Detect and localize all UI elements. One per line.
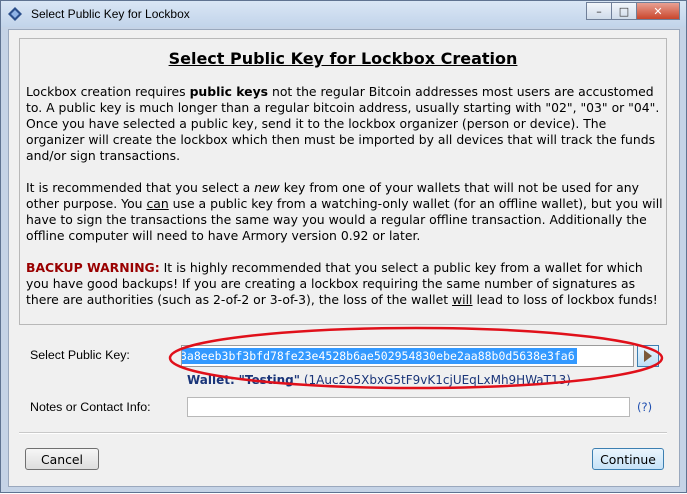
recommendation-paragraph: It is recommended that you select a new … xyxy=(26,180,666,244)
public-key-value: 3a8eeb3bf3bfd78fe23e4528b6ae502954830ebe… xyxy=(182,348,577,364)
notes-input[interactable] xyxy=(187,397,630,417)
wallet-id: (1Auc2o5XbxG5tF9vK1cjUEqLxMh9HWaT13) xyxy=(303,373,571,387)
continue-button[interactable]: Continue xyxy=(592,448,664,470)
dialog-heading: Select Public Key for Lockbox Creation xyxy=(168,49,518,68)
public-key-label: Select Public Key: xyxy=(30,348,130,362)
help-link[interactable]: (?) xyxy=(637,400,652,414)
dialog-window: Select Public Key for Lockbox – □ ✕ Sele… xyxy=(0,0,687,493)
rec-text-underline: can xyxy=(146,196,169,211)
wallet-label: Wallet: xyxy=(187,373,235,387)
intro-text-bold: public keys xyxy=(189,84,269,99)
wallet-info: Wallet: "Testing" (1Auc2o5XbxG5tF9vK1cjU… xyxy=(187,373,571,387)
close-button[interactable]: ✕ xyxy=(636,2,680,20)
warn-text-underline: will xyxy=(452,292,473,307)
window-controls: – □ ✕ xyxy=(586,2,680,22)
public-key-input[interactable]: 3a8eeb3bf3bfd78fe23e4528b6ae502954830ebe… xyxy=(181,345,634,367)
notes-label: Notes or Contact Info: xyxy=(30,400,151,414)
armory-app-icon xyxy=(8,7,22,21)
backup-warning-paragraph: BACKUP WARNING: It is highly recommended… xyxy=(26,260,666,308)
rec-text-a: It is recommended that you select a xyxy=(26,180,255,195)
intro-paragraph: Lockbox creation requires public keys no… xyxy=(26,84,666,164)
rec-text-italic: new xyxy=(254,180,280,195)
arrow-right-icon xyxy=(644,350,652,362)
warn-text-c: lead to loss of lockbox funds! xyxy=(472,292,658,307)
divider xyxy=(19,432,667,434)
window-title: Select Public Key for Lockbox xyxy=(31,7,190,21)
minimize-button[interactable]: – xyxy=(586,2,612,20)
select-key-button[interactable] xyxy=(637,345,659,367)
backup-warning-label: BACKUP WARNING: xyxy=(26,260,160,275)
info-panel: Select Public Key for Lockbox Creation L… xyxy=(19,38,667,325)
maximize-button[interactable]: □ xyxy=(611,2,637,20)
title-bar[interactable]: Select Public Key for Lockbox – □ ✕ xyxy=(1,1,686,27)
wallet-name: "Testing" xyxy=(238,373,300,387)
cancel-button[interactable]: Cancel xyxy=(25,448,99,470)
intro-text-a: Lockbox creation requires xyxy=(26,84,190,99)
dialog-body: Select Public Key for Lockbox Creation L… xyxy=(8,29,680,487)
